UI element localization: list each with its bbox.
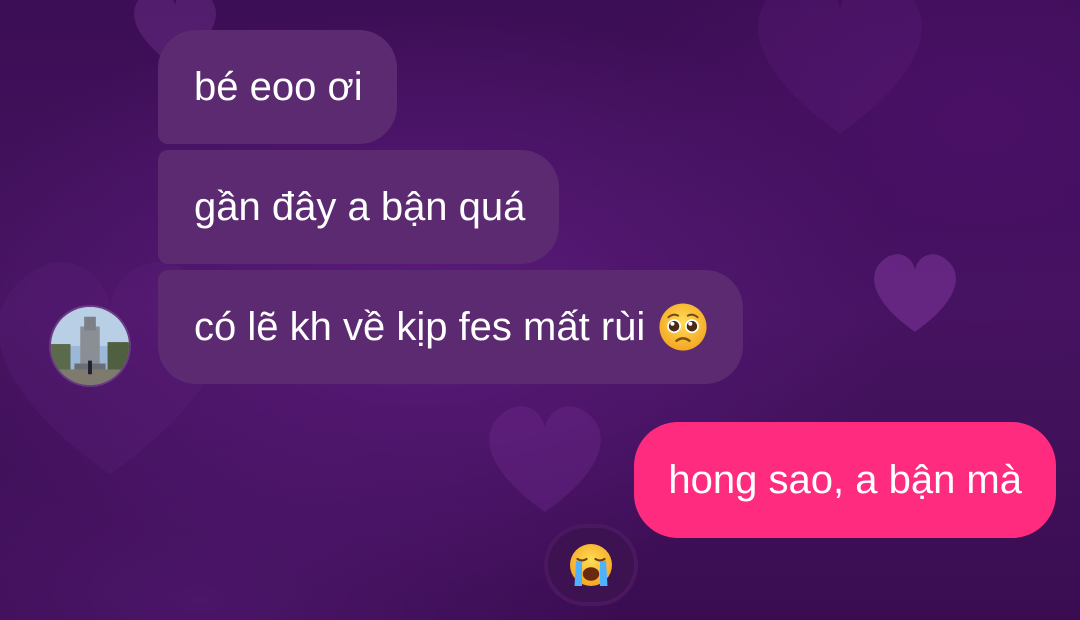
received-message-bubble[interactable]: gần đây a bận quá (158, 150, 560, 264)
message-text: có lẽ kh về kịp fes mất rùi (194, 305, 646, 349)
received-message-bubble[interactable]: bé eoo ơi (158, 30, 397, 144)
message-reaction[interactable] (548, 528, 634, 602)
heart-decoration-icon (470, 380, 620, 530)
message-text: bé eoo ơi (194, 65, 363, 109)
pleading-face-emoji-icon (657, 301, 709, 353)
heart-decoration-icon (690, 0, 990, 160)
contact-avatar[interactable] (51, 307, 129, 385)
loudly-crying-face-emoji-icon (567, 541, 615, 589)
message-text: hong sao, a bận mà (668, 458, 1022, 502)
received-message-bubble[interactable]: có lẽ kh về kịp fes mất rùi (158, 270, 744, 384)
heart-decoration-icon (860, 235, 970, 345)
message-text: gần đây a bận quá (194, 185, 526, 229)
sent-message-bubble[interactable]: hong sao, a bận mà (634, 422, 1056, 538)
